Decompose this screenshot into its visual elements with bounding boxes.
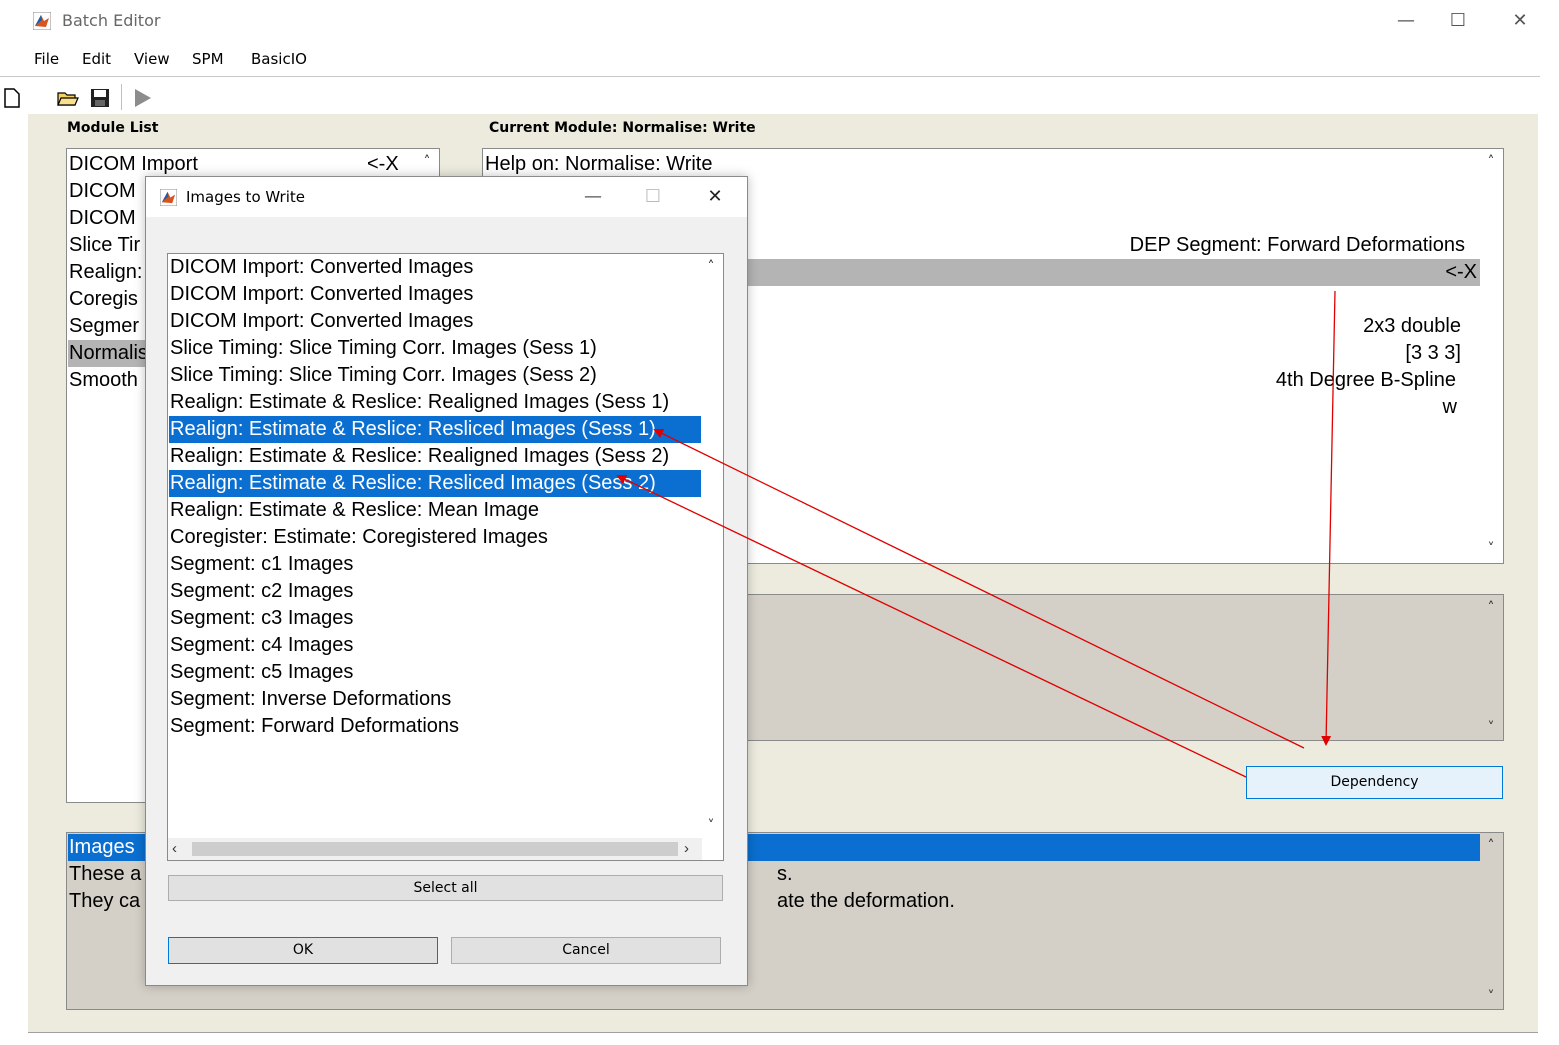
scroll-up-icon[interactable]: ˄ (1483, 838, 1499, 854)
images-list-item[interactable]: Segment: c4 Images (169, 632, 701, 659)
images-list-item[interactable]: Slice Timing: Slice Timing Corr. Images … (169, 335, 701, 362)
scroll-up-icon[interactable]: ˄ (419, 154, 435, 170)
help-text-line: These a (69, 863, 142, 885)
help-text-line: ate the deformation. (777, 890, 955, 912)
module-item[interactable]: Smooth (69, 367, 138, 394)
module-item[interactable]: Coregis (69, 286, 138, 313)
scroll-down-icon[interactable]: ˅ (1483, 989, 1499, 1005)
dep-item[interactable]: DEP Segment: Forward Deformations (1130, 232, 1465, 259)
value-item[interactable]: [3 3 3] (1405, 340, 1461, 367)
dialog-titlebar: Images to Write — ☐ ✕ (146, 177, 747, 217)
images-list-item[interactable]: Segment: c3 Images (169, 605, 701, 632)
images-list-item[interactable]: Realign: Estimate & Reslice: Resliced Im… (169, 416, 701, 443)
menu-file[interactable]: File (34, 50, 59, 68)
images-to-write-dialog: Images to Write — ☐ ✕ DICOM Import: Conv… (145, 176, 748, 986)
images-list-item[interactable]: Segment: c5 Images (169, 659, 701, 686)
images-list-item[interactable]: Segment: Forward Deformations (169, 713, 701, 740)
matlab-app-icon (33, 12, 51, 30)
scroll-down-icon[interactable]: ˅ (1483, 541, 1499, 557)
select-all-button[interactable]: Select all (168, 875, 723, 901)
scroll-up-icon[interactable]: ˄ (1483, 600, 1499, 616)
images-list-item[interactable]: Segment: c2 Images (169, 578, 701, 605)
window-title: Batch Editor (62, 11, 161, 30)
value-item[interactable]: w (1443, 394, 1457, 421)
scroll-up-icon[interactable]: ˄ (1483, 154, 1499, 170)
menu-edit[interactable]: Edit (82, 50, 111, 68)
selected-item-marker[interactable]: <-X (1445, 259, 1477, 286)
images-list-item[interactable]: DICOM Import: Converted Images (169, 254, 701, 281)
images-list-item[interactable]: Slice Timing: Slice Timing Corr. Images … (169, 362, 701, 389)
open-folder-icon[interactable] (56, 86, 80, 110)
menu-basicio[interactable]: BasicIO (251, 50, 307, 68)
module-item[interactable]: DICOM Import (69, 151, 369, 178)
maximize-button[interactable]: ☐ (1438, 6, 1478, 36)
dialog-title: Images to Write (186, 188, 305, 206)
images-list-item[interactable]: Realign: Estimate & Reslice: Mean Image (169, 497, 701, 524)
scroll-right-icon[interactable]: › (684, 840, 689, 857)
images-list-item[interactable]: Realign: Estimate & Reslice: Resliced Im… (169, 470, 701, 497)
menu-spm[interactable]: SPM (192, 50, 224, 68)
module-item[interactable]: Realign: (69, 259, 142, 286)
dialog-close-button[interactable]: ✕ (695, 182, 735, 212)
images-list-item[interactable]: Segment: Inverse Deformations (169, 686, 701, 713)
menubar: File Edit View SPM BasicIO (0, 44, 1540, 77)
current-module-caption: Current Module: Normalise: Write (489, 120, 756, 136)
help-text-line: s. (777, 863, 793, 885)
images-list-item[interactable]: DICOM Import: Converted Images (169, 308, 701, 335)
module-item[interactable]: Slice Tir (69, 232, 140, 259)
scroll-thumb[interactable] (192, 842, 678, 856)
dialog-minimize-button[interactable]: — (573, 182, 613, 212)
value-item[interactable]: 2x3 double (1363, 313, 1461, 340)
remove-module-marker[interactable]: <-X (367, 151, 399, 178)
value-item[interactable]: 4th Degree B-Spline (1276, 367, 1456, 394)
scroll-down-icon[interactable]: ˅ (1483, 720, 1499, 736)
module-item[interactable]: DICOM (69, 178, 136, 205)
menu-view[interactable]: View (134, 50, 170, 68)
dialog-maximize-button: ☐ (644, 186, 662, 207)
save-icon[interactable] (88, 86, 112, 110)
new-file-icon[interactable] (0, 86, 24, 110)
close-button[interactable]: ✕ (1500, 6, 1540, 36)
dependency-button[interactable]: Dependency (1246, 766, 1503, 799)
module-item[interactable]: DICOM (69, 205, 136, 232)
window-titlebar: Batch Editor — ☐ ✕ (0, 0, 1559, 42)
images-list-item[interactable]: Segment: c1 Images (169, 551, 701, 578)
images-list-item[interactable]: Realign: Estimate & Reslice: Realigned I… (169, 389, 701, 416)
module-list-caption: Module List (67, 120, 159, 136)
toolbar-separator (121, 84, 122, 110)
matlab-app-icon (160, 189, 177, 206)
help-title: Images (69, 836, 135, 858)
toolbar (0, 80, 1540, 114)
ok-button[interactable]: OK (168, 937, 438, 964)
cancel-button[interactable]: Cancel (451, 937, 721, 964)
images-list-item[interactable]: Realign: Estimate & Reslice: Realigned I… (169, 443, 701, 470)
images-list-item[interactable]: Coregister: Estimate: Coregistered Image… (169, 524, 701, 551)
help-text-line: They ca (69, 890, 141, 912)
help-on-item[interactable]: Help on: Normalise: Write (485, 151, 712, 178)
module-item[interactable]: Segmer (69, 313, 139, 340)
images-list-item[interactable]: DICOM Import: Converted Images (169, 281, 701, 308)
scroll-left-icon[interactable]: ‹ (172, 840, 177, 857)
scroll-down-icon[interactable]: ˅ (703, 818, 719, 834)
horizontal-scrollbar[interactable]: ‹ › (168, 838, 702, 860)
scroll-up-icon[interactable]: ˄ (703, 259, 719, 275)
minimize-button[interactable]: — (1386, 6, 1426, 36)
run-icon[interactable] (130, 86, 154, 110)
images-list[interactable]: DICOM Import: Converted Images DICOM Impo… (167, 253, 724, 861)
